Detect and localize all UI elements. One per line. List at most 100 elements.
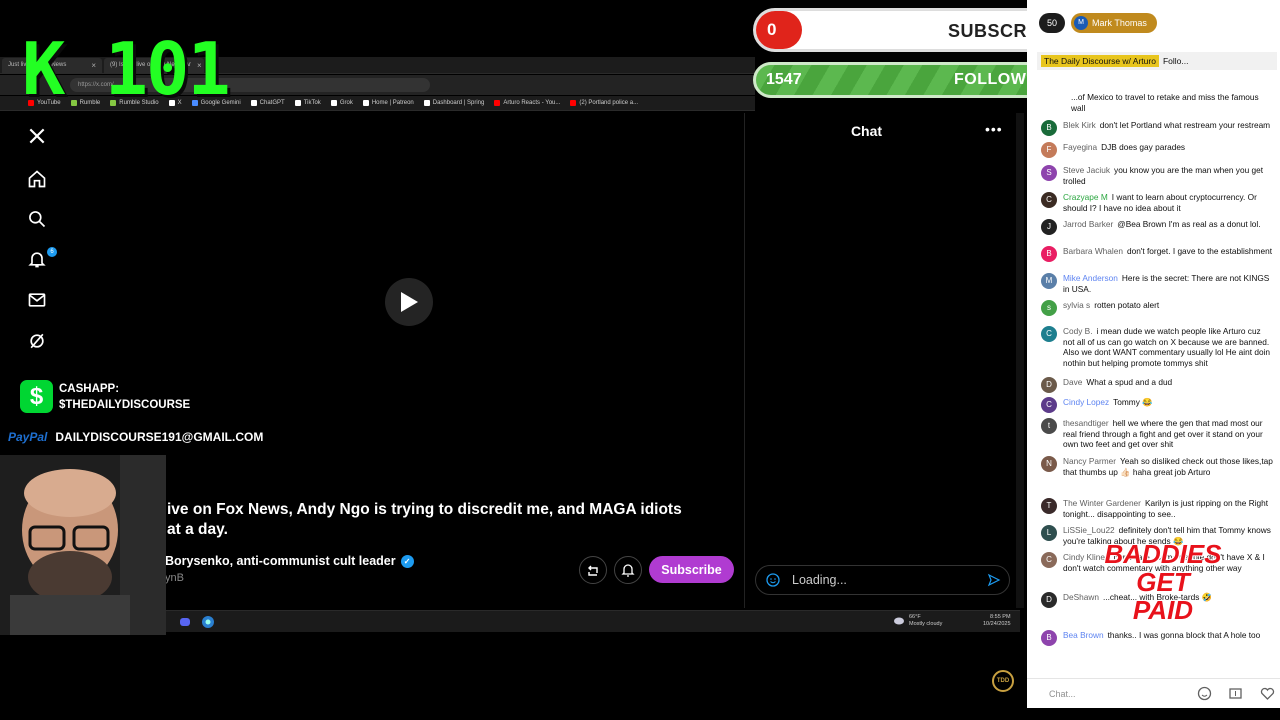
send-icon[interactable] [987,573,1001,587]
message-text: Tommy 😂 [1113,397,1153,407]
bookmark-label: Dashboard | Spring [432,100,485,106]
emoji-icon[interactable] [1197,686,1212,701]
chat-input[interactable]: Chat... [1027,678,1280,708]
chat-message[interactable]: t thesandtiger hell we where the gen that … [1041,418,1273,450]
chat-message[interactable]: D Dave What a spud and a dud [1041,377,1273,393]
message-author[interactable]: Cody B. [1063,326,1093,336]
chat-message[interactable]: N Nancy Parmer Yeah so disliked check out … [1041,456,1273,477]
cashapp-overlay: $ CASHAPP: $THEDAILYDISCOURSE [20,380,190,413]
message-text: DJB does gay parades [1101,142,1186,152]
chat-message[interactable]: M Mike Anderson Here is the secret: There … [1041,273,1273,294]
message-body: Mike Anderson Here is the secret: There a… [1063,273,1273,294]
weather-desc: Mostly cloudy [909,621,943,627]
chat-message[interactable]: B Barbara Whalen don't forget. I gave to t… [1041,246,1273,262]
message-author[interactable]: Crazyape M [1063,192,1108,202]
message-author[interactable]: thesandtiger [1063,418,1109,428]
weather-temp: 66°F [909,614,921,620]
bookmark-item[interactable]: Arturo Reacts - You... [494,100,560,106]
bookmark-item[interactable]: Grok [330,100,353,106]
x-chat-input-placeholder: Loading... [792,573,847,587]
paypal-email: DAILYDISCOURSE191@GMAIL.COM [55,430,264,444]
chat-message[interactable]: s sylvia s rotten potato alert [1041,300,1273,316]
message-author[interactable]: Cindy Lopez [1063,397,1109,407]
bookmark-item[interactable]: Dashboard | Spring [423,100,485,106]
message-author[interactable]: The Winter Gardener [1063,498,1141,508]
bookmark-label: Grok [339,100,353,106]
avatar: s [1041,300,1057,316]
repost-button[interactable] [579,556,607,584]
avatar: C [1041,397,1057,413]
browser-icon[interactable] [201,615,215,629]
message-author[interactable]: Barbara Whalen [1063,246,1123,256]
webcam-feed [0,455,166,635]
notify-button[interactable] [614,556,642,584]
weather-widget[interactable]: 66°F Mostly cloudy [909,614,942,628]
message-author[interactable]: Cindy Kline [1063,552,1105,562]
message-author[interactable]: sylvia s [1063,300,1090,310]
pinned-message[interactable]: The Daily Discourse w/ Arturo Follo... [1037,52,1277,70]
video-player[interactable]: ive on Fox News, Andy Ngo is trying to d… [75,113,743,608]
bookmark-label: Arturo Reacts - You... [503,100,561,106]
message-author[interactable]: LiSSie_Lou22 [1063,525,1115,535]
message-author[interactable]: Fayegina [1063,142,1097,152]
home-icon[interactable] [25,167,49,191]
bookmark-label: (2) Portland police a... [579,100,639,106]
k101-logo: K 101 [22,27,231,111]
viewer-badge-text: 50 [1047,18,1058,28]
subscribe-button[interactable]: Subscribe [649,556,734,583]
chat-message[interactable]: J Jarrod Barker @Bea Brown I'm as real as … [1041,219,1273,235]
chat-top-strip: 50 M Mark Thomas [1039,12,1269,34]
channel-name[interactable]: Borysenko, anti-communist cult leader ✓ [165,554,414,568]
messages-icon[interactable] [25,288,49,312]
partial-message: ...of Mexico to travel to retake and mis… [1071,92,1259,113]
pinned-title: The Daily Discourse w/ Arturo [1041,55,1159,67]
supporter-badge[interactable]: M Mark Thomas [1071,13,1157,33]
grok-icon[interactable] [25,329,49,353]
windows-taskbar: 66°F Mostly cloudy 8:55 PM 10/24/2025 [165,610,1020,632]
search-icon[interactable] [25,207,49,231]
discord-icon[interactable] [179,616,191,628]
x-chat-input[interactable]: Loading... [755,565,1010,595]
chat-message[interactable]: C Cody B. i mean dude we watch people like… [1041,326,1273,368]
more-options-icon[interactable]: ••• [985,121,1003,137]
bookmark-item[interactable]: (2) Portland police a... [570,100,638,106]
chat-message[interactable]: C Crazyape MI want to learn about cryptoc… [1041,192,1273,213]
bookmark-icon [330,100,337,106]
heart-icon[interactable] [1260,686,1275,701]
avatar: J [1041,219,1057,235]
message-author[interactable]: Steve Jaciuk [1063,165,1110,175]
chat-message[interactable]: F Fayegina DJB does gay parades [1041,142,1273,158]
bookmark-item[interactable]: ChatGPT [250,100,285,106]
bookmark-icon [294,100,301,106]
channel-name-text: Borysenko, anti-communist cult leader [165,554,396,568]
system-clock[interactable]: 8:55 PM 10/24/2025 [983,614,1011,628]
cashapp-icon: $ [20,380,53,413]
super-chat-icon[interactable] [1228,686,1243,701]
scrollbar[interactable] [1016,113,1024,608]
bookmark-item[interactable]: Home | Patreon [362,100,414,106]
x-chat-panel: Chat ••• Loading... [744,113,1024,608]
play-button[interactable] [385,278,433,326]
bell-plus-icon [621,564,635,577]
message-body: thesandtiger hell we where the gen that m… [1063,418,1273,450]
message-author[interactable]: Nancy Parmer [1063,456,1116,466]
chat-message[interactable]: S Steve Jaciuk you know you are the man wh… [1041,165,1273,186]
message-author[interactable]: Jarrod Barker [1063,219,1113,229]
avatar: F [1041,142,1057,158]
message-author[interactable]: Mike Anderson [1063,273,1118,283]
message-text: rotten potato alert [1094,300,1160,310]
avatar: S [1041,165,1057,181]
chat-message[interactable]: B Blek Kirk don't let Portland what restre… [1041,120,1273,136]
paypal-overlay: PayPal DAILYDISCOURSE191@GMAIL.COM [8,430,263,444]
message-author[interactable]: Bea Brown [1063,630,1104,640]
chat-message[interactable]: T The Winter Gardener Karilyn is just ripp… [1041,498,1273,519]
notifications-icon[interactable]: 6 [25,247,57,271]
message-author[interactable]: Blek Kirk [1063,120,1096,130]
emoji-icon[interactable] [766,573,780,587]
message-author[interactable]: Dave [1063,377,1082,387]
bookmark-item[interactable]: TikTok [294,100,321,106]
x-logo-icon[interactable] [25,124,49,148]
chat-message[interactable]: C Cindy Lopez Tommy 😂 [1041,397,1273,413]
x-chat-title: Chat [850,123,883,139]
message-author[interactable]: DeShawn [1063,592,1099,602]
